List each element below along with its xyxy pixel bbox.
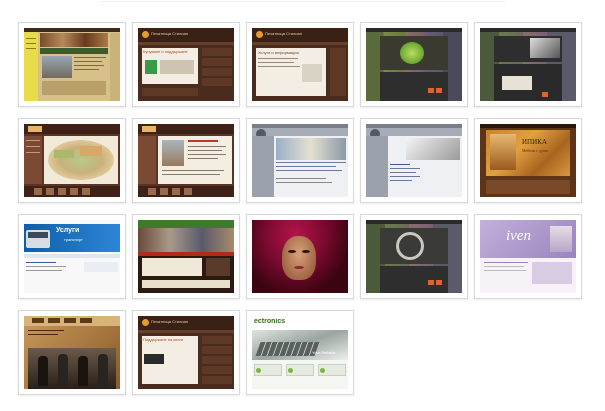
thumb-image-6 — [24, 124, 120, 197]
thumb-title: Печатница Стилиан — [151, 319, 189, 324]
thumb-image-17: Печатница Стилиан Поддържане на книги — [138, 316, 234, 389]
thumb-image-14 — [366, 220, 462, 293]
thumb-image-10: ИПИКА Мебели с душа — [480, 124, 576, 197]
thumb-image-9 — [366, 124, 462, 197]
thumb-subtitle: Мебели с душа — [522, 148, 548, 153]
thumb-image-1 — [24, 28, 120, 101]
gallery-thumb-2[interactable]: Печатница Стилиан Купуване и поддържане — [132, 22, 240, 107]
gallery-thumb-1[interactable] — [18, 22, 126, 107]
thumb-title: ectronics — [254, 318, 286, 325]
gallery-thumb-4[interactable] — [360, 22, 468, 107]
gallery-thumb-5[interactable] — [474, 22, 582, 107]
gallery-thumb-6[interactable] — [18, 118, 126, 203]
thumb-image-7 — [138, 124, 234, 197]
gallery-thumb-10[interactable]: ИПИКА Мебели с душа — [474, 118, 582, 203]
thumb-heading: Поддържане на книги — [143, 337, 184, 342]
thumb-image-3: Печатница Стилиан Услуги и информация — [252, 28, 348, 101]
gallery-thumb-12[interactable] — [132, 214, 240, 299]
thumb-title: iven — [506, 228, 531, 244]
thumb-image-5 — [480, 28, 576, 101]
gallery-thumb-11[interactable]: Услуги транспорт — [18, 214, 126, 299]
thumb-image-4 — [366, 28, 462, 101]
thumb-image-16 — [24, 316, 120, 389]
thumb-heading: Купуване и поддържане — [143, 49, 188, 54]
thumb-heading: Услуги и информация — [258, 50, 299, 55]
gallery-thumb-7[interactable] — [132, 118, 240, 203]
thumb-title: Печатница Стилиан — [265, 31, 303, 36]
thumb-image-13 — [252, 220, 348, 293]
thumb-image-12 — [138, 220, 234, 293]
gallery-thumb-9[interactable] — [360, 118, 468, 203]
gallery-thumb-13[interactable] — [246, 214, 354, 299]
thumb-title: Печатница Стилиан — [151, 31, 189, 36]
gallery-thumb-8[interactable] — [246, 118, 354, 203]
thumb-image-2: Печатница Стилиан Купуване и поддържане — [138, 28, 234, 101]
thumb-image-8 — [252, 124, 348, 197]
thumb-title: ИПИКА — [522, 138, 547, 146]
gallery-thumb-16[interactable] — [18, 310, 126, 395]
gallery-thumb-17[interactable]: Печатница Стилиан Поддържане на книги — [132, 310, 240, 395]
gallery-thumb-15[interactable]: iven — [474, 214, 582, 299]
thumb-subtitle: Your Reliable — [312, 350, 336, 355]
gallery-thumb-18[interactable]: ectronics Your Reliable — [246, 310, 354, 395]
gallery-thumb-3[interactable]: Печатница Стилиан Услуги и информация — [246, 22, 354, 107]
thumb-image-15: iven — [480, 220, 576, 293]
thumb-image-11: Услуги транспорт — [24, 220, 120, 293]
thumb-subtitle: транспорт — [64, 237, 83, 242]
gallery-thumb-14[interactable] — [360, 214, 468, 299]
thumb-title: Услуги — [56, 227, 80, 234]
top-divider — [100, 1, 505, 2]
thumb-image-18: ectronics Your Reliable — [252, 316, 348, 389]
